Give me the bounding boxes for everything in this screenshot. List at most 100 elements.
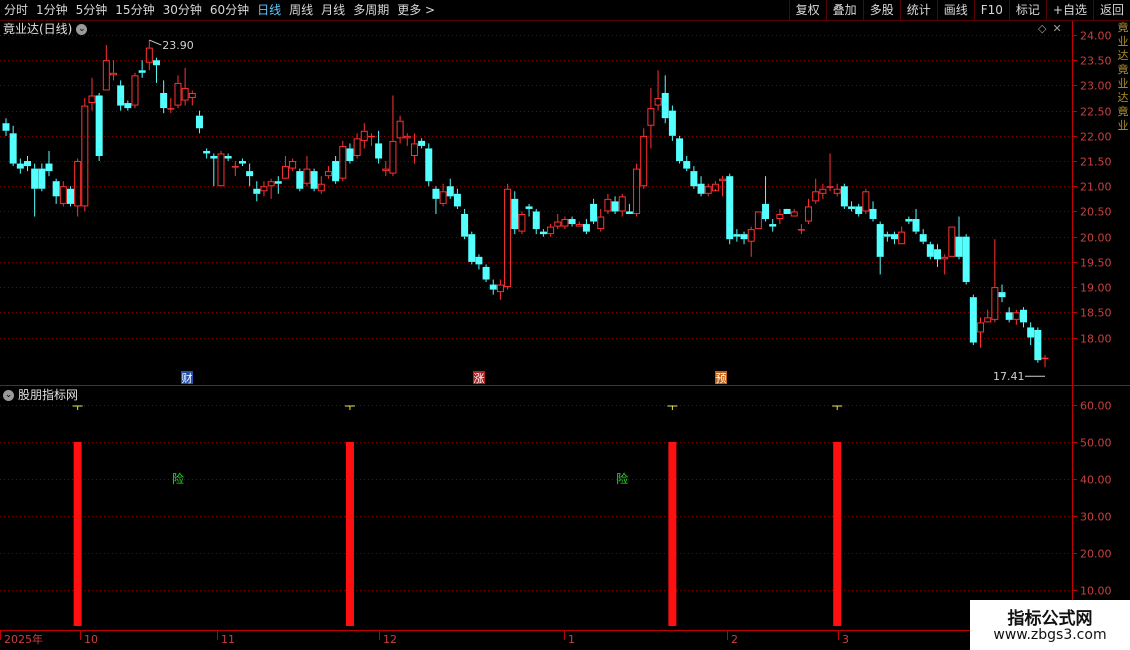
candle-body xyxy=(375,143,383,159)
candle-body xyxy=(23,161,31,167)
candle-body xyxy=(962,236,970,283)
candle-body xyxy=(238,161,246,164)
candle-body xyxy=(511,198,519,230)
candle-body xyxy=(260,186,268,192)
candle-body xyxy=(654,98,662,106)
candle-body xyxy=(676,138,684,162)
candle-body xyxy=(697,183,705,194)
candle-body xyxy=(690,171,698,187)
candle-body xyxy=(138,70,146,73)
candle-body xyxy=(625,211,633,214)
candle-body xyxy=(683,161,691,169)
candle-body xyxy=(425,148,433,182)
candle-body xyxy=(432,188,440,199)
candle-body xyxy=(217,153,225,187)
watermark-title: 指标公式网 xyxy=(1007,609,1093,629)
main-y-tick-label: 24.00 xyxy=(1080,30,1112,43)
main-y-tick-label: 19.00 xyxy=(1080,282,1112,295)
candle-body xyxy=(496,284,504,293)
candle-body xyxy=(188,92,196,99)
candle-body xyxy=(389,140,397,174)
main-y-tick-label: 18.50 xyxy=(1080,307,1112,320)
candle-body xyxy=(74,161,82,207)
candle-body xyxy=(869,208,877,220)
candle-body xyxy=(790,211,798,217)
candle-body xyxy=(246,171,254,177)
candle-body xyxy=(117,85,125,106)
candle-body xyxy=(339,145,347,179)
candle-body xyxy=(181,87,189,101)
candle-body xyxy=(611,201,619,212)
candle-body xyxy=(38,168,46,189)
sub-y-tick-label: 30.00 xyxy=(1080,511,1112,524)
candle-body xyxy=(597,216,605,230)
candle-body xyxy=(640,135,648,187)
candle-body xyxy=(826,186,834,188)
candle-body xyxy=(926,244,934,257)
candle-body xyxy=(941,256,949,260)
candle-body xyxy=(95,95,103,156)
candle-body xyxy=(719,178,727,182)
candle-body xyxy=(2,123,10,131)
watermark-url: www.zbgs3.com xyxy=(993,627,1107,643)
candle-body xyxy=(482,266,490,280)
candle-body xyxy=(1005,312,1013,320)
signal-bar xyxy=(668,442,677,626)
candle-body xyxy=(883,234,891,237)
candle-body xyxy=(9,133,17,164)
candle-body xyxy=(934,249,942,260)
candle-body xyxy=(1020,309,1028,323)
candle-body xyxy=(303,168,311,184)
candle-body xyxy=(905,219,913,222)
candle-body xyxy=(525,206,533,209)
candle-body xyxy=(977,322,985,333)
candle-body xyxy=(955,236,963,257)
candle-body xyxy=(160,92,168,109)
chart-canvas[interactable]: 24.00 23.50 23.00 22.50 22.00 21.50 21.00 20.50… xyxy=(0,0,1130,650)
candle-body xyxy=(267,181,275,187)
candle-body xyxy=(1041,357,1049,360)
candle-body xyxy=(1012,312,1020,320)
candle-body xyxy=(81,105,89,207)
candle-body xyxy=(991,287,999,320)
candle-body xyxy=(590,203,598,222)
candle-body xyxy=(984,317,992,323)
candle-body xyxy=(898,231,906,245)
candle-body xyxy=(346,148,354,162)
sub-y-tick-label: 10.00 xyxy=(1080,585,1112,598)
candle-body xyxy=(203,150,211,154)
candle-body xyxy=(733,234,741,237)
main-y-tick-label: 23.00 xyxy=(1080,80,1112,93)
candle-body xyxy=(969,297,977,343)
candle-body xyxy=(446,186,454,197)
sub-y-tick-label: 60.00 xyxy=(1080,400,1112,413)
candle-body xyxy=(16,163,24,169)
candle-body xyxy=(604,198,612,212)
candle-body xyxy=(31,168,39,189)
event-marker-label: 涨 xyxy=(474,372,485,385)
candle-body xyxy=(1034,329,1042,361)
x-tick-label: 3 xyxy=(842,633,849,646)
x-tick-label: 11 xyxy=(221,633,235,646)
candle-body xyxy=(475,256,483,265)
candle-body xyxy=(848,206,856,209)
max-price-label: 23.90 xyxy=(162,39,194,52)
candle-body xyxy=(518,213,526,232)
candle-body xyxy=(59,186,67,204)
x-tick-label: 2025年 xyxy=(4,632,43,646)
candle-body xyxy=(360,130,368,141)
signal-bar xyxy=(345,442,354,626)
candle-body xyxy=(310,171,318,189)
candle-body xyxy=(109,72,117,76)
candle-body xyxy=(289,161,297,169)
main-y-tick-label: 20.50 xyxy=(1080,206,1112,219)
signal-bar xyxy=(833,442,842,626)
max-price-pointer xyxy=(149,39,162,46)
candle-body xyxy=(575,224,583,227)
candle-body xyxy=(317,183,325,192)
candle-body xyxy=(453,193,461,207)
candle-body xyxy=(862,191,870,212)
candle-body xyxy=(661,92,669,119)
candle-body xyxy=(568,219,576,225)
candle-body xyxy=(769,224,777,227)
